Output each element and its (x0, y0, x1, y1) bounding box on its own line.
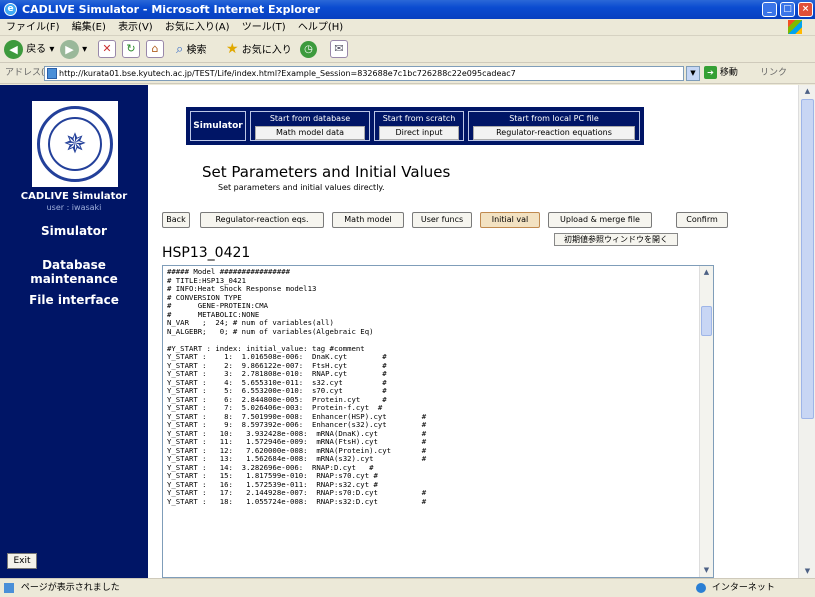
user-label: user : iwasaki (46, 203, 102, 212)
scroll-up-icon[interactable]: ▲ (701, 267, 712, 278)
menu-view[interactable]: 表示(V) (118, 22, 153, 33)
address-url: http://kurata01.bse.kyutech.ac.jp/TEST/L… (59, 69, 516, 78)
editor-scroll-thumb[interactable] (701, 306, 712, 336)
local-file-group: Start from local PC file Regulator-react… (468, 111, 640, 141)
star-icon: ★ (226, 41, 239, 57)
menu-tools[interactable]: ツール(T) (242, 22, 286, 33)
stop-icon: ✕ (98, 40, 116, 58)
address-dropdown-icon[interactable]: ▼ (686, 66, 700, 81)
nav-database-maintenance[interactable]: Database maintenance (0, 258, 148, 286)
model-title: HSP13_0421 (162, 245, 251, 261)
go-button[interactable]: ➔ 移動 (704, 65, 738, 82)
model-text-editor[interactable]: ##### Model ################ # TITLE:HSP1… (162, 265, 714, 578)
mail-button[interactable]: ✉ (330, 39, 348, 60)
address-bar: アドレス(D) http://kurata01.bse.kyutech.ac.j… (0, 63, 815, 84)
windows-logo-icon (788, 20, 802, 34)
confirm-button[interactable]: Confirm (676, 212, 728, 228)
toolbar: ◀ 戻る ▾ ▶ ▾ ✕ ↻ ⌂ ⌕ 検索 ★ お気に入り ◷ ✉ (0, 36, 815, 63)
favorites-label: お気に入り (241, 45, 292, 56)
back-button[interactable]: ◀ 戻る ▾ (4, 39, 54, 60)
page-done-icon (4, 582, 14, 593)
scratch-group-label: Start from scratch (382, 114, 456, 123)
nav-file-interface[interactable]: File interface (0, 293, 148, 307)
initial-val-button[interactable]: Initial val (480, 212, 540, 228)
code-line: Y_START : 18: 1.055724e-008: RNAP:s32:D.… (167, 496, 427, 506)
browser-window: e CADLIVE Simulator - Microsoft Internet… (0, 0, 815, 597)
page-title: Set Parameters and Initial Values (202, 163, 451, 181)
links-label[interactable]: リンク (760, 63, 787, 84)
top-navigation: Simulator Start from database Math model… (186, 107, 644, 145)
math-model-button[interactable]: Math model (332, 212, 404, 228)
upload-merge-file-button[interactable]: Upload & merge file (548, 212, 652, 228)
go-arrow-icon: ➔ (704, 66, 717, 79)
page-subtitle: Set parameters and initial values direct… (218, 183, 385, 192)
ie-icon: e (4, 3, 17, 16)
minimize-icon[interactable]: _ (762, 2, 777, 17)
emblem-icon: ✵ (63, 127, 87, 160)
scroll-down-icon[interactable]: ▼ (701, 565, 712, 576)
page-scroll-down-icon[interactable]: ▼ (802, 566, 813, 577)
simulator-tab[interactable]: Simulator (190, 111, 246, 141)
exit-button[interactable]: Exit (7, 553, 37, 569)
open-initial-value-window-button[interactable]: 初期値参照ウィンドウを開く (554, 233, 678, 246)
back-label: 戻る (26, 44, 47, 55)
security-zone: インターネット (696, 579, 775, 597)
favorites-button[interactable]: ★ お気に入り (226, 39, 292, 60)
menu-help[interactable]: ヘルプ(H) (298, 22, 343, 33)
page-scrollbar[interactable]: ▲ ▼ (798, 85, 815, 578)
history-button[interactable]: ◷ (300, 39, 317, 60)
back-arrow-icon: ◀ (4, 39, 23, 59)
forward-arrow-icon: ▶ (60, 39, 79, 59)
title-bar: e CADLIVE Simulator - Microsoft Internet… (0, 0, 815, 19)
status-text: ページが表示されました (20, 583, 120, 593)
page-scroll-up-icon[interactable]: ▲ (802, 86, 813, 97)
close-icon[interactable]: × (798, 2, 813, 17)
user-funcs-button[interactable]: User funcs (412, 212, 472, 228)
window-title: CADLIVE Simulator - Microsoft Internet E… (22, 3, 321, 16)
page-icon (47, 68, 57, 79)
main-panel: Simulator Start from database Math model… (148, 85, 798, 578)
address-input[interactable]: http://kurata01.bse.kyutech.ac.jp/TEST/L… (44, 66, 684, 81)
direct-input-button[interactable]: Direct input (379, 126, 459, 140)
scratch-group: Start from scratch Direct input (374, 111, 464, 141)
history-icon: ◷ (300, 40, 317, 58)
status-bar: ページが表示されました インターネット (0, 578, 815, 597)
zone-label: インターネット (711, 583, 775, 593)
regulator-reaction-eqs-button[interactable]: Regulator-reaction eqs. (200, 212, 324, 228)
search-button[interactable]: ⌕ 検索 (176, 39, 206, 60)
page-content: ✵ CADLIVE Simulator user : iwasaki Simul… (0, 85, 798, 578)
go-label: 移動 (719, 68, 738, 78)
back-page-button[interactable]: Back (162, 212, 190, 228)
globe-icon (696, 582, 706, 593)
home-icon: ⌂ (146, 40, 164, 58)
regulator-reaction-equations-button[interactable]: Regulator-reaction equations (473, 126, 635, 140)
page-scroll-thumb[interactable] (801, 99, 814, 419)
model-code: ##### Model ################ # TITLE:HSP1… (167, 267, 427, 506)
database-group-label: Start from database (269, 114, 351, 123)
institute-logo: ✵ (32, 101, 118, 187)
stop-button[interactable]: ✕ (98, 39, 116, 60)
sidebar: ✵ CADLIVE Simulator user : iwasaki Simul… (0, 85, 148, 578)
app-name: CADLIVE Simulator (20, 191, 128, 202)
nav-simulator[interactable]: Simulator (0, 224, 148, 238)
menu-bar: ファイル(F) 編集(E) 表示(V) お気に入り(A) ツール(T) ヘルプ(… (0, 19, 815, 36)
search-label: 検索 (186, 45, 207, 56)
math-model-data-button[interactable]: Math model data (255, 126, 365, 140)
mail-icon: ✉ (330, 40, 348, 58)
home-button[interactable]: ⌂ (146, 39, 164, 60)
refresh-button[interactable]: ↻ (122, 39, 140, 60)
maximize-icon[interactable]: □ (780, 2, 795, 17)
local-file-group-label: Start from local PC file (509, 114, 599, 123)
refresh-icon: ↻ (122, 40, 140, 58)
code-line: N_ALGEBR; 0; # num of variables(Algebrai… (167, 326, 374, 336)
menu-favorites[interactable]: お気に入り(A) (165, 22, 230, 33)
database-group: Start from database Math model data (250, 111, 370, 141)
search-icon: ⌕ (176, 42, 184, 57)
menu-file[interactable]: ファイル(F) (6, 22, 60, 33)
menu-edit[interactable]: 編集(E) (72, 22, 106, 33)
forward-button[interactable]: ▶ ▾ (60, 39, 87, 60)
editor-scrollbar[interactable]: ▲ ▼ (699, 266, 713, 577)
action-button-row: Back Regulator-reaction eqs. Math model … (162, 212, 798, 228)
